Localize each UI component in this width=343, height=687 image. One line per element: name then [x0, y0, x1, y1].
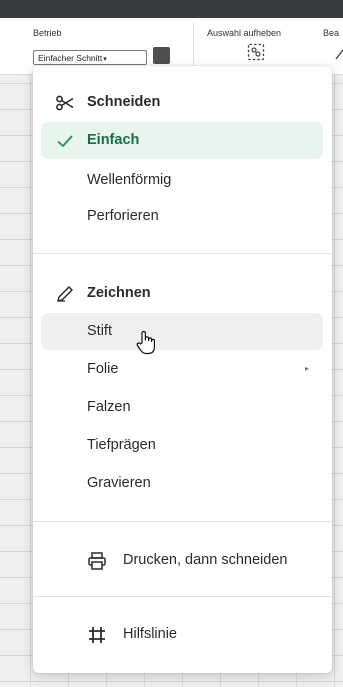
color-swatch[interactable]	[153, 47, 170, 64]
operation-select[interactable]: Einfacher Schnitt▾	[33, 50, 147, 65]
menu-divider	[33, 253, 332, 254]
scissors-icon	[56, 95, 74, 111]
menu-header-draw: Zeichnen	[41, 275, 323, 312]
menu-item-label: Gravieren	[87, 475, 151, 491]
printer-icon	[88, 552, 106, 570]
check-icon	[57, 135, 73, 148]
menu-header-draw-label: Zeichnen	[87, 285, 151, 301]
edit-label: Bea	[323, 28, 340, 38]
menu-item-label: Perforieren	[87, 208, 159, 224]
app-top-bar	[0, 0, 343, 18]
menu-item-label: Folie	[87, 361, 119, 377]
menu-item-stift[interactable]: Stift	[41, 313, 323, 350]
menu-item-label: Hilfslinie	[123, 626, 177, 642]
menu-item-gravieren[interactable]: Gravieren	[41, 465, 323, 502]
edit-icon[interactable]	[334, 47, 343, 61]
menu-header-cut: Schneiden	[41, 84, 323, 121]
chevron-right-icon: ▸	[304, 364, 309, 373]
menu-item-print-then-cut[interactable]: Drucken, dann schneiden	[41, 542, 323, 579]
menu-item-label: Drucken, dann schneiden	[123, 552, 288, 568]
menu-item-falzen[interactable]: Falzen	[41, 389, 323, 426]
guide-hash-icon	[89, 627, 105, 643]
menu-item-folie[interactable]: Folie ▸	[41, 351, 323, 388]
select-off-icon[interactable]	[247, 43, 265, 61]
deselect-label: Auswahl aufheben	[207, 28, 282, 38]
menu-item-label: Wellenförmig	[87, 172, 172, 188]
menu-divider	[33, 521, 332, 522]
menu-item-guide-line[interactable]: Hilfslinie	[41, 616, 323, 653]
menu-item-label: Tiefprägen	[87, 437, 156, 453]
pen-icon	[57, 286, 73, 302]
menu-item-label: Stift	[87, 323, 112, 339]
menu-item-perforieren[interactable]: Perforieren	[41, 198, 323, 235]
operation-select-value: Einfacher Schnitt	[38, 53, 103, 63]
toolbar-divider	[193, 22, 194, 70]
menu-item-label: Falzen	[87, 399, 131, 415]
menu-divider	[33, 596, 332, 597]
operation-label: Betrieb	[33, 28, 62, 38]
chevron-down-icon: ▾	[103, 56, 107, 63]
menu-item-einfach[interactable]: Einfach	[41, 122, 323, 159]
menu-item-tiefpraegen[interactable]: Tiefprägen	[41, 427, 323, 464]
menu-item-wellenfoermig[interactable]: Wellenförmig	[41, 162, 323, 199]
menu-item-label: Einfach	[87, 132, 140, 148]
menu-header-cut-label: Schneiden	[87, 94, 161, 110]
operation-dropdown-menu: Schneiden Einfach Wellenförmig Perforier…	[33, 66, 332, 673]
hand-cursor-icon	[136, 330, 155, 355]
